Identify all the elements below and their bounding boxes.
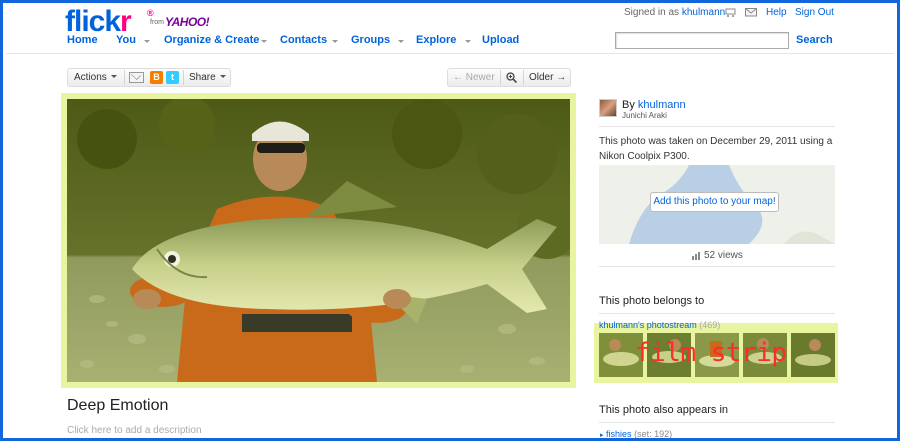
contacts-chevron-down-icon[interactable]: [332, 40, 338, 43]
photostream-label: khulmann's photostream: [599, 320, 697, 330]
nav-contacts[interactable]: Contacts: [280, 34, 327, 46]
sidebar-divider: [599, 313, 835, 314]
newer-button[interactable]: ← Newer: [453, 72, 495, 83]
owner-link[interactable]: khulmann: [638, 99, 686, 111]
you-chevron-down-icon[interactable]: [144, 40, 150, 43]
add-to-map-button[interactable]: Add this photo to your map!: [650, 192, 779, 212]
photo-toolbar: Actions B t Share: [67, 68, 231, 87]
browser-frame: flickr ® from YAHOO! Signed in as khulma…: [0, 0, 900, 441]
search-button[interactable]: Search: [796, 34, 833, 46]
blogger-icon[interactable]: B: [150, 71, 163, 84]
sidebar-divider: [599, 266, 835, 267]
actions-chevron-down-icon: [110, 75, 117, 78]
older-button[interactable]: Older →: [529, 72, 566, 83]
set-count: (set: 192): [634, 429, 673, 439]
from-label: from: [150, 19, 164, 26]
set-name: fishies: [606, 429, 632, 439]
filmstrip-overlay-label: film strip: [635, 338, 787, 368]
appears-in-heading: This photo also appears in: [599, 404, 729, 416]
mail-icon[interactable]: [745, 7, 757, 17]
actions-menu[interactable]: Actions: [74, 72, 117, 83]
filmstrip-thumbnail[interactable]: [791, 333, 835, 377]
nav-explore[interactable]: Explore: [416, 34, 456, 46]
zoom-icon[interactable]: [506, 72, 517, 83]
nav-upload[interactable]: Upload: [482, 34, 519, 46]
owner-real-name: Junichi Araki: [622, 111, 667, 120]
sidebar-divider: [599, 126, 835, 127]
owner-byline: By khulmann: [622, 99, 686, 111]
photo-title[interactable]: Deep Emotion: [67, 397, 168, 415]
pager-divider: [523, 70, 524, 85]
toolbar-divider: [124, 70, 125, 85]
main-photo[interactable]: [67, 99, 570, 382]
photostream-link[interactable]: khulmann's photostream (469): [599, 320, 720, 330]
share-chevron-down-icon: [219, 75, 226, 78]
nav-home[interactable]: Home: [67, 34, 98, 46]
signed-in-text: Signed in as khulmann: [624, 7, 725, 18]
nav-organize[interactable]: Organize & Create: [164, 34, 259, 46]
actions-label: Actions: [74, 72, 107, 83]
sign-out-link[interactable]: Sign Out: [795, 7, 834, 18]
share-menu[interactable]: Share: [189, 72, 226, 83]
owner-avatar[interactable]: [599, 99, 617, 117]
registered-mark: ®: [147, 8, 154, 18]
pager-divider: [500, 70, 501, 85]
groups-chevron-down-icon[interactable]: [398, 40, 404, 43]
sidebar-divider: [599, 422, 835, 423]
view-count: 52 views: [704, 250, 743, 261]
triangle-right-icon: ▸: [600, 432, 604, 439]
flickr-logo[interactable]: flickr: [65, 7, 132, 37]
nav-groups[interactable]: Groups: [351, 34, 390, 46]
description-placeholder[interactable]: Click here to add a description: [67, 425, 202, 436]
belongs-heading: This photo belongs to: [599, 295, 705, 307]
views-chart-icon: [692, 252, 700, 260]
header-divider: [6, 53, 894, 54]
cart-icon[interactable]: [725, 7, 737, 17]
help-link[interactable]: Help: [766, 7, 787, 18]
username-link[interactable]: khulmann: [682, 7, 725, 18]
set-link[interactable]: ▸ fishies (set: 192): [600, 429, 673, 439]
yahoo-logo: YAHOO!: [165, 15, 210, 29]
photo-pager: ← Newer Older →: [447, 68, 571, 87]
fisherman-photo-image: [67, 99, 570, 382]
explore-chevron-down-icon[interactable]: [465, 40, 471, 43]
signed-in-prefix: Signed in as: [624, 7, 680, 18]
twitter-icon[interactable]: t: [166, 71, 179, 84]
photostream-count: (469): [699, 320, 721, 330]
organize-chevron-down-icon[interactable]: [261, 40, 267, 43]
by-prefix: By: [622, 99, 635, 111]
email-share-icon[interactable]: [129, 72, 144, 83]
location-map[interactable]: Add this photo to your map!: [599, 165, 835, 244]
search-input[interactable]: [615, 32, 789, 49]
share-label: Share: [189, 72, 216, 83]
nav-you[interactable]: You: [116, 34, 136, 46]
toolbar-divider: [183, 70, 184, 85]
photo-taken-info: This photo was taken on December 29, 201…: [599, 136, 833, 162]
